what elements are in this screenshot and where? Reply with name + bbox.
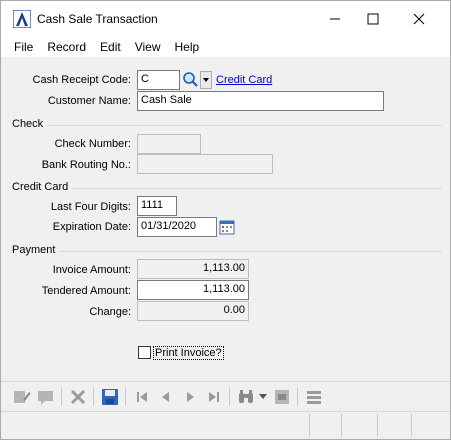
menu-view[interactable]: View: [128, 40, 168, 54]
change-value: 0.00: [137, 301, 249, 321]
save-icon[interactable]: [101, 388, 119, 406]
app-logo-icon: [13, 10, 31, 28]
check-number-label: Check Number:: [54, 138, 131, 150]
toolbar-separator: [229, 388, 230, 406]
payment-section-title: Payment: [12, 244, 56, 256]
export-icon[interactable]: [273, 388, 291, 406]
change-label: Change:: [89, 306, 131, 318]
lookup-button[interactable]: [182, 70, 200, 90]
status-cell: [377, 414, 411, 436]
menu-file[interactable]: File: [7, 40, 40, 54]
menu-help[interactable]: Help: [168, 40, 207, 54]
record-toolbar: [1, 381, 450, 411]
delete-icon[interactable]: [69, 388, 87, 406]
credit-card-section-divider: [71, 188, 442, 189]
menu-bar: File Record Edit View Help: [1, 37, 450, 57]
toolbar-separator: [93, 388, 94, 406]
check-number-input[interactable]: [137, 134, 201, 154]
customer-name-input[interactable]: Cash Sale: [137, 91, 384, 111]
last-record-icon[interactable]: [205, 388, 223, 406]
chevron-down-icon: [203, 78, 209, 82]
bank-routing-input[interactable]: [137, 154, 273, 174]
check-section-title: Check: [12, 118, 44, 130]
print-invoice-checkbox[interactable]: [138, 346, 151, 359]
status-cell: [309, 414, 341, 436]
status-bar: [1, 411, 450, 439]
status-cell: [341, 414, 377, 436]
invoice-amount-label: Invoice Amount:: [52, 264, 131, 276]
last-four-digits-label: Last Four Digits:: [50, 201, 131, 213]
previous-record-icon[interactable]: [157, 388, 175, 406]
check-section-divider: [47, 125, 442, 126]
maximize-icon: [367, 13, 379, 25]
tendered-amount-input[interactable]: 1,113.00: [137, 280, 249, 300]
maximize-button[interactable]: [350, 1, 396, 37]
toolbar-separator: [125, 388, 126, 406]
next-record-icon[interactable]: [181, 388, 199, 406]
status-cell: [411, 414, 449, 436]
search-icon: [183, 72, 198, 87]
tendered-amount-label: Tendered Amount:: [41, 285, 131, 297]
lookup-dropdown-button[interactable]: [200, 71, 212, 89]
toolbar-separator: [297, 388, 298, 406]
first-record-icon[interactable]: [133, 388, 151, 406]
menu-edit[interactable]: Edit: [93, 40, 128, 54]
credit-card-link[interactable]: Credit Card: [216, 74, 272, 86]
menu-record[interactable]: Record: [40, 40, 93, 54]
binoculars-icon[interactable]: [237, 388, 255, 406]
print-invoice-label[interactable]: Print Invoice?: [153, 346, 224, 360]
date-picker-button[interactable]: [219, 218, 235, 236]
title-bar: Cash Sale Transaction: [1, 1, 450, 37]
bank-routing-label: Bank Routing No.:: [41, 159, 131, 171]
credit-card-section-title: Credit Card: [12, 181, 69, 193]
cash-sale-window: Cash Sale Transaction File Record Edit V…: [0, 0, 451, 440]
list-icon[interactable]: [305, 388, 323, 406]
payment-section-divider: [59, 251, 442, 252]
close-icon: [413, 13, 425, 25]
close-button[interactable]: [396, 1, 442, 37]
cash-receipt-code-label: Cash Receipt Code:: [32, 74, 131, 86]
minimize-icon: [330, 18, 340, 20]
calendar-icon: [219, 220, 235, 235]
comment-icon[interactable]: [37, 388, 55, 406]
window-title: Cash Sale Transaction: [37, 12, 158, 26]
cash-receipt-code-input[interactable]: C: [137, 70, 180, 90]
dropdown-arrow-icon[interactable]: [259, 394, 267, 400]
expiration-date-label: Expiration Date:: [52, 221, 131, 233]
customer-name-label: Customer Name:: [47, 95, 131, 107]
expiration-date-input[interactable]: 01/31/2020: [137, 217, 217, 237]
toolbar-separator: [61, 388, 62, 406]
last-four-digits-input[interactable]: 1111: [137, 196, 177, 216]
edit-note-icon[interactable]: [13, 388, 31, 406]
invoice-amount-value: 1,113.00: [137, 259, 249, 279]
